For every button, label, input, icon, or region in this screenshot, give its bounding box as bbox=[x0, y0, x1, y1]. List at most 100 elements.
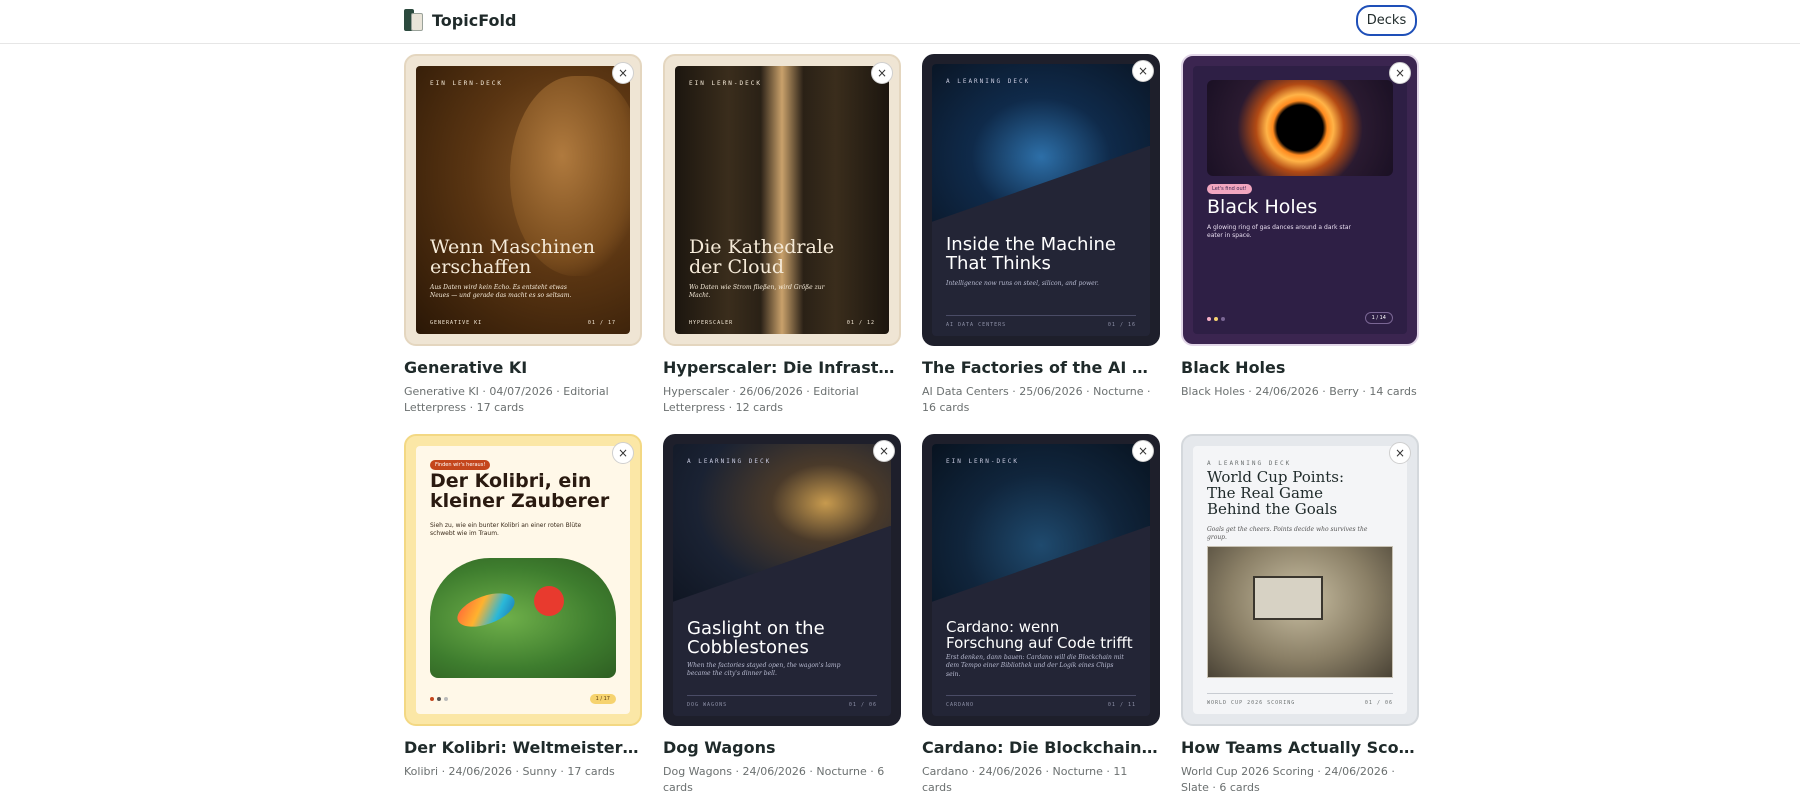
deck-card[interactable]: EIN LERN-DECK Cardano: wenn Forschung au… bbox=[922, 434, 1160, 800]
cover-kicker: A LEARNING DECK bbox=[946, 78, 1031, 85]
cover-subtitle: When the factories stayed open, the wago… bbox=[687, 662, 841, 678]
deck-card[interactable]: EIN LERN-DECK Wenn Maschinen erschaffen … bbox=[404, 54, 642, 420]
cover-footer-topic: GENERATIVE KI bbox=[430, 320, 483, 326]
cover-pager: 1 / 14 bbox=[1364, 312, 1393, 324]
deck-title[interactable]: Hyperscaler: Die Infrastruktur... bbox=[663, 358, 901, 377]
brand-name: TopicFold bbox=[432, 10, 517, 30]
deck-title[interactable]: Der Kolibri: Weltmeister im S... bbox=[404, 738, 642, 757]
deck-meta: Black Holes · 24/06/2026 · Berry · 14 ca… bbox=[1181, 385, 1417, 398]
top-bar: TopicFold Decks bbox=[0, 0, 1800, 44]
deck-cover[interactable]: EIN LERN-DECK Wenn Maschinen erschaffen … bbox=[404, 54, 642, 346]
cover-title: Gaslight on the Cobblestones bbox=[687, 618, 825, 658]
cover-title: Der Kolibri, ein kleiner Zauberer bbox=[430, 470, 610, 512]
remove-deck-button[interactable]: × bbox=[871, 62, 893, 84]
page-dots bbox=[1207, 317, 1225, 321]
deck-card[interactable]: A LEARNING DECK World Cup Points: The Re… bbox=[1181, 434, 1419, 800]
deck-cover[interactable]: EIN LERN-DECK Cardano: wenn Forschung au… bbox=[922, 434, 1160, 726]
deck-title[interactable]: How Teams Actually Score Po... bbox=[1181, 738, 1419, 757]
cover-title: Black Holes bbox=[1207, 196, 1318, 218]
cover-artwork: Finden wir's heraus! Der Kolibri, ein kl… bbox=[416, 446, 630, 714]
deck-meta: AI Data Centers · 25/06/2026 · Nocturne … bbox=[922, 385, 1151, 414]
page-dots bbox=[430, 697, 448, 701]
deck-meta: Dog Wagons · 24/06/2026 · Nocturne · 6 c… bbox=[663, 765, 885, 794]
cover-artwork: A LEARNING DECK Gaslight on the Cobblest… bbox=[673, 444, 891, 716]
cover-kicker: A LEARNING DECK bbox=[1207, 460, 1292, 467]
deck-card[interactable]: Let's find out! Black Holes A glowing ri… bbox=[1181, 54, 1419, 420]
remove-deck-button[interactable]: × bbox=[1132, 440, 1154, 462]
cover-kicker: EIN LERN-DECK bbox=[689, 80, 762, 87]
remove-deck-button[interactable]: × bbox=[612, 62, 634, 84]
cover-kicker: EIN LERN-DECK bbox=[946, 458, 1019, 465]
cover-footer-count: 01 / 06 bbox=[848, 702, 877, 708]
cover-footer-topic: AI DATA CENTERS bbox=[946, 322, 1007, 328]
remove-deck-button[interactable]: × bbox=[612, 442, 634, 464]
cover-rule bbox=[946, 695, 1136, 696]
cover-title: Wenn Maschinen erschaffen bbox=[430, 236, 595, 278]
cover-subtitle: Wo Daten wie Strom fließen, wird Größe z… bbox=[689, 284, 825, 300]
deck-card[interactable]: EIN LERN-DECK Die Kathedrale der Cloud W… bbox=[663, 54, 901, 420]
deck-grid: EIN LERN-DECK Wenn Maschinen erschaffen … bbox=[404, 54, 1419, 800]
deck-card[interactable]: Finden wir's heraus! Der Kolibri, ein kl… bbox=[404, 434, 642, 800]
cover-pager: 1 / 17 bbox=[589, 694, 616, 704]
cover-artwork: EIN LERN-DECK Cardano: wenn Forschung au… bbox=[932, 444, 1150, 716]
black-hole-image bbox=[1207, 80, 1393, 176]
deck-cover[interactable]: A LEARNING DECK Inside the Machine That … bbox=[922, 54, 1160, 346]
cover-kicker: EIN LERN-DECK bbox=[430, 80, 503, 87]
deck-title[interactable]: Cardano: Die Blockchain, die ... bbox=[922, 738, 1160, 757]
deck-cover[interactable]: Let's find out! Black Holes A glowing ri… bbox=[1181, 54, 1419, 346]
remove-deck-button[interactable]: × bbox=[873, 440, 895, 462]
cover-footer-count: 01 / 16 bbox=[1107, 322, 1136, 328]
cover-footer-count: 01 / 17 bbox=[587, 320, 616, 326]
cover-kicker: A LEARNING DECK bbox=[687, 458, 772, 465]
remove-deck-button[interactable]: × bbox=[1389, 62, 1411, 84]
deck-meta: Generative KI · 04/07/2026 · Editorial L… bbox=[404, 385, 609, 414]
cover-footer-count: 01 / 12 bbox=[846, 320, 875, 326]
cover-rule bbox=[946, 315, 1136, 316]
cover-artwork: A LEARNING DECK World Cup Points: The Re… bbox=[1193, 446, 1407, 714]
cover-subtitle: Goals get the cheers. Points decide who … bbox=[1207, 526, 1368, 542]
cover-title: Inside the Machine That Thinks bbox=[946, 234, 1116, 274]
deck-title[interactable]: Black Holes bbox=[1181, 358, 1419, 377]
cover-footer-topic: DOG WAGONS bbox=[687, 702, 728, 708]
remove-deck-button[interactable]: × bbox=[1132, 60, 1154, 82]
cover-subtitle: Erst denken, dann bauen: Cardano will di… bbox=[946, 654, 1124, 678]
cover-rule bbox=[687, 695, 877, 696]
deck-cover[interactable]: Finden wir's heraus! Der Kolibri, ein kl… bbox=[404, 434, 642, 726]
deck-cover[interactable]: A LEARNING DECK Gaslight on the Cobblest… bbox=[663, 434, 901, 726]
cover-tag: Let's find out! bbox=[1207, 184, 1252, 194]
cover-artwork: EIN LERN-DECK Die Kathedrale der Cloud W… bbox=[675, 66, 889, 334]
flower-shape bbox=[534, 586, 564, 616]
cover-subtitle: Intelligence now runs on steel, silicon,… bbox=[946, 280, 1099, 287]
remove-deck-button[interactable]: × bbox=[1389, 442, 1411, 464]
deck-meta: Kolibri · 24/06/2026 · Sunny · 17 cards bbox=[404, 765, 615, 778]
cover-subtitle: A glowing ring of gas dances around a da… bbox=[1207, 224, 1351, 240]
cover-footer-topic: HYPERSCALER bbox=[689, 320, 734, 326]
deck-card[interactable]: A LEARNING DECK Inside the Machine That … bbox=[922, 54, 1160, 420]
cover-artwork: EIN LERN-DECK Wenn Maschinen erschaffen … bbox=[416, 66, 630, 334]
cover-artwork: Let's find out! Black Holes A glowing ri… bbox=[1193, 66, 1407, 334]
folded-cards-icon bbox=[404, 7, 424, 33]
deck-title[interactable]: Generative KI bbox=[404, 358, 642, 377]
deck-meta: Hyperscaler · 26/06/2026 · Editorial Let… bbox=[663, 385, 859, 414]
deck-meta: World Cup 2026 Scoring · 24/06/2026 · Sl… bbox=[1181, 765, 1395, 794]
cover-footer-topic: CARDANO bbox=[946, 702, 975, 708]
deck-meta: Cardano · 24/06/2026 · Nocturne · 11 car… bbox=[922, 765, 1128, 794]
cover-title: Cardano: wenn Forschung auf Code trifft bbox=[946, 618, 1133, 652]
cover-subtitle: Aus Daten wird kein Echo. Es entsteht et… bbox=[430, 284, 572, 300]
decks-button[interactable]: Decks bbox=[1356, 5, 1417, 36]
deck-cover[interactable]: A LEARNING DECK World Cup Points: The Re… bbox=[1181, 434, 1419, 726]
cover-footer-topic: WORLD CUP 2026 SCORING bbox=[1207, 700, 1296, 706]
cover-footer-count: 01 / 06 bbox=[1364, 700, 1393, 706]
cover-rule bbox=[1207, 693, 1393, 694]
cover-subtitle: Sieh zu, wie ein bunter Kolibri an einer… bbox=[430, 522, 582, 538]
scoreboard-shape bbox=[1253, 576, 1323, 620]
deck-title[interactable]: The Factories of the AI Age bbox=[922, 358, 1160, 377]
deck-title[interactable]: Dog Wagons bbox=[663, 738, 901, 757]
cover-tag: Finden wir's heraus! bbox=[430, 460, 491, 470]
deck-card[interactable]: A LEARNING DECK Gaslight on the Cobblest… bbox=[663, 434, 901, 800]
cover-footer-count: 01 / 11 bbox=[1107, 702, 1136, 708]
brand-logo[interactable]: TopicFold bbox=[404, 7, 516, 33]
cover-title: World Cup Points: The Real Game Behind t… bbox=[1207, 468, 1345, 518]
cover-artwork: A LEARNING DECK Inside the Machine That … bbox=[932, 64, 1150, 336]
deck-cover[interactable]: EIN LERN-DECK Die Kathedrale der Cloud W… bbox=[663, 54, 901, 346]
